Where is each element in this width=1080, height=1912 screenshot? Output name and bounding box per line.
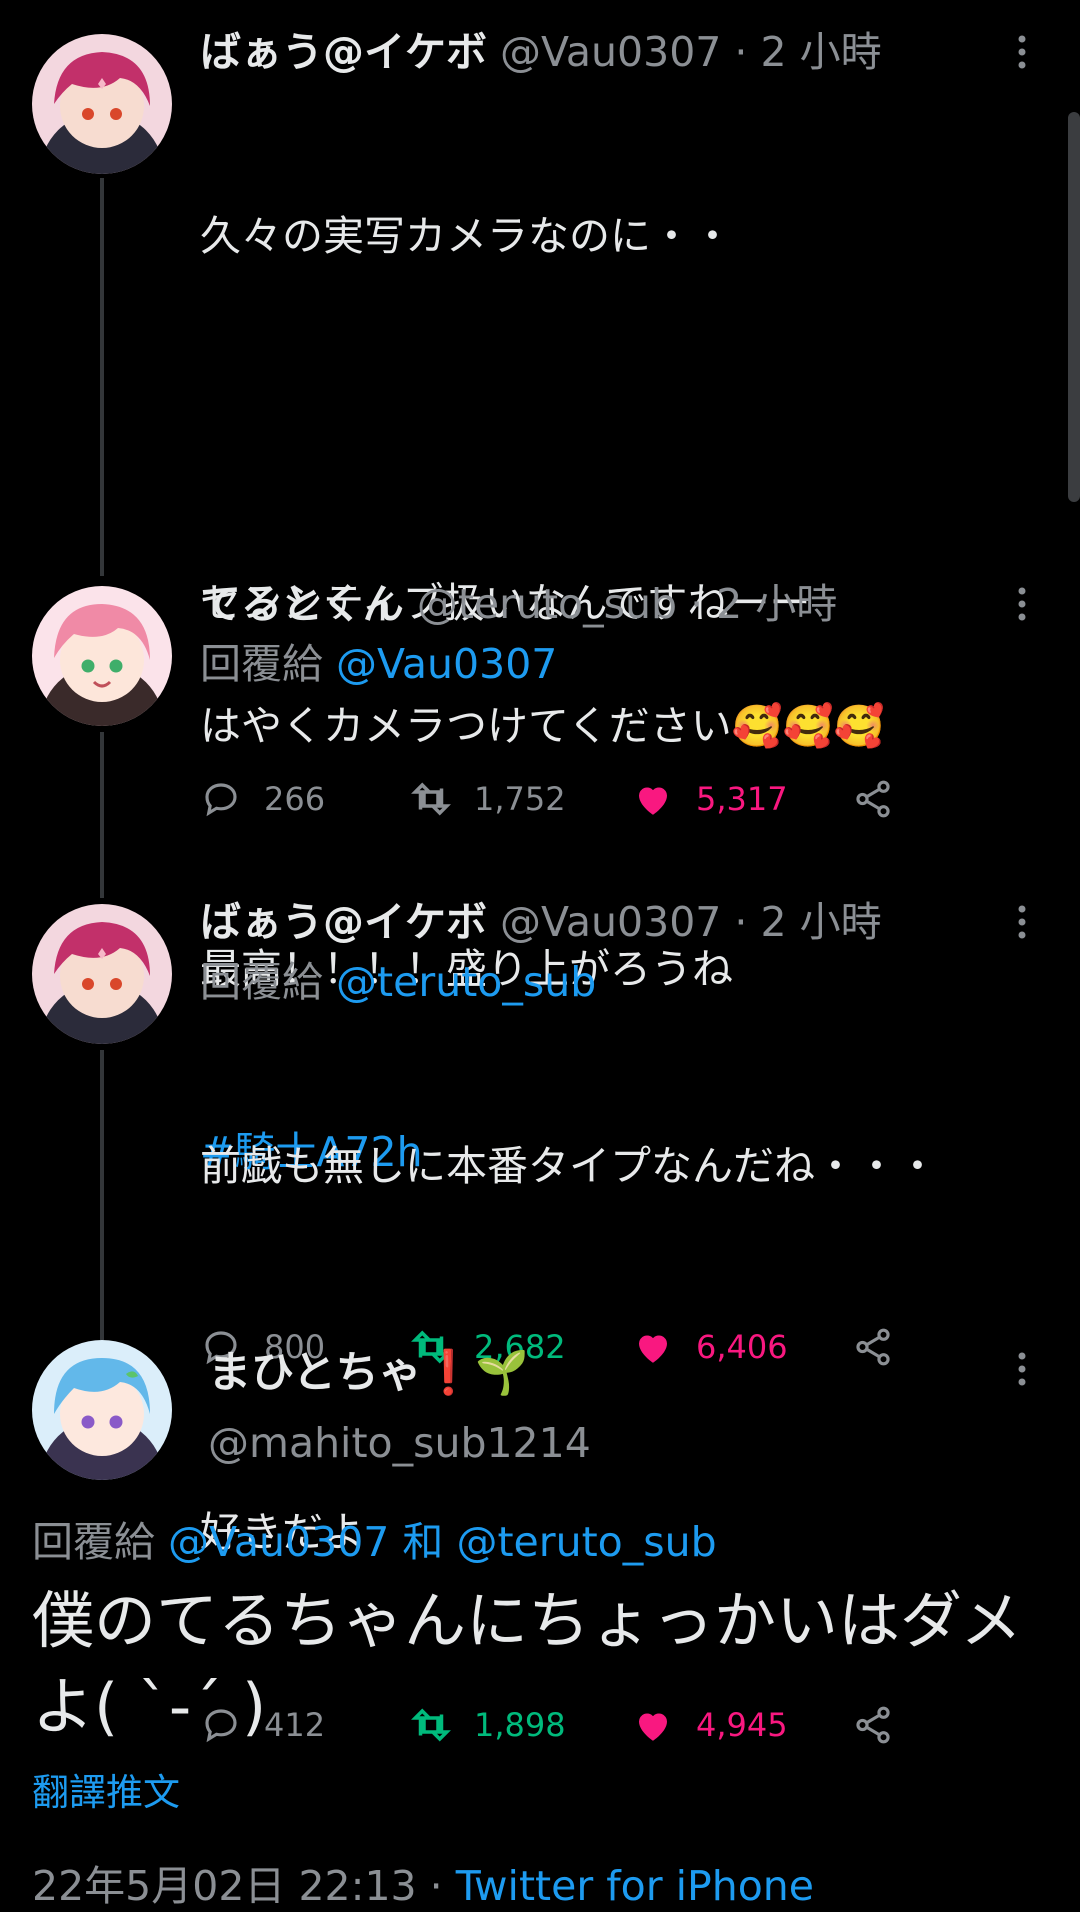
text-line: 前戯も無しに本番タイプなんだね・・・ bbox=[200, 1142, 938, 1190]
tweet-text: はやくカメラつけてください🥰🥰🥰 bbox=[200, 702, 885, 750]
separator: · bbox=[734, 898, 748, 946]
text-line bbox=[200, 389, 1040, 450]
text-line: 久々の実写カメラなのに・・ bbox=[200, 212, 733, 260]
tweet-timestamp[interactable]: 22年5月02日 22:13 bbox=[32, 1862, 417, 1910]
avatar[interactable] bbox=[32, 1340, 172, 1480]
avatar[interactable] bbox=[32, 586, 172, 726]
tweet-meta: 22年5月02日 22:13 · Twitter for iPhone bbox=[32, 1852, 814, 1912]
separator: · bbox=[429, 1862, 443, 1910]
more-icon[interactable] bbox=[1004, 1343, 1040, 1395]
timestamp[interactable]: 2 小時 bbox=[716, 580, 837, 628]
thread-line bbox=[100, 732, 104, 898]
mention-link[interactable]: @teruto_sub bbox=[336, 958, 596, 1006]
tweet-header: てるとくん @teruto_sub · 2 小時 bbox=[200, 578, 1040, 630]
retweet-count: 1,752 bbox=[474, 780, 566, 818]
tweet[interactable]: てるとくん @teruto_sub · 2 小時 回覆給 @Vau0307 はや… bbox=[200, 578, 1040, 829]
reply-prefix: 回覆給 bbox=[200, 640, 323, 688]
like-icon bbox=[639, 787, 667, 815]
avatar[interactable] bbox=[32, 904, 172, 1044]
retweet-button[interactable]: 1,752 bbox=[410, 778, 632, 820]
source-link[interactable]: Twitter for iPhone bbox=[456, 1862, 814, 1910]
more-icon[interactable] bbox=[1004, 578, 1040, 630]
mention-link[interactable]: @teruto_sub bbox=[456, 1518, 716, 1566]
reply-button[interactable]: 266 bbox=[200, 778, 410, 820]
user-handle[interactable]: @mahito_sub1214 bbox=[208, 1417, 1040, 1469]
user-handle[interactable]: @Vau0307 bbox=[500, 898, 721, 946]
display-name[interactable]: ばぁう@イケボ bbox=[200, 28, 487, 76]
tweet-text: 僕のてるちゃんにちょっかいはダメよ( ˋ-ˊ ) bbox=[32, 1584, 1023, 1743]
translate-link[interactable]: 翻譯推文 bbox=[32, 1762, 180, 1816]
avatar[interactable] bbox=[32, 34, 172, 174]
share-button[interactable] bbox=[852, 778, 916, 820]
reply-conjunction: 和 bbox=[402, 1518, 444, 1566]
tweet-header: ばぁう@イケボ @Vau0307 · 2 小時 bbox=[200, 26, 1040, 78]
like-button[interactable]: 5,317 bbox=[632, 778, 852, 820]
reply-context: 回覆給 @teruto_sub bbox=[200, 956, 1040, 1008]
retweet-icon bbox=[411, 782, 451, 816]
more-icon[interactable] bbox=[1004, 26, 1040, 78]
separator: · bbox=[690, 580, 704, 628]
timestamp[interactable]: 2 小時 bbox=[761, 28, 882, 76]
thread-line bbox=[100, 178, 104, 576]
reply-count: 266 bbox=[264, 780, 326, 818]
reply-context: 回覆給 @Vau0307 bbox=[200, 638, 1040, 690]
mention-link[interactable]: @Vau0307 bbox=[336, 640, 557, 688]
separator: · bbox=[734, 28, 748, 76]
thread-line bbox=[100, 1050, 104, 1340]
display-name[interactable]: てるとくん bbox=[200, 580, 404, 628]
reply-prefix: 回覆給 bbox=[200, 958, 323, 1006]
like-count: 5,317 bbox=[696, 780, 788, 818]
share-icon bbox=[856, 780, 890, 818]
action-bar: 266 1,752 5,317 bbox=[200, 769, 1040, 829]
mention-link[interactable]: @Vau0307 bbox=[168, 1518, 389, 1566]
reply-prefix: 回覆給 bbox=[32, 1518, 155, 1566]
reply-context: 回覆給 @Vau0307 和 @teruto_sub bbox=[32, 1508, 717, 1568]
scrollbar[interactable] bbox=[1068, 112, 1080, 502]
main-author: まひとちゃ❗🌱 @mahito_sub1214 bbox=[208, 1343, 1040, 1469]
reply-icon bbox=[205, 783, 237, 817]
timestamp[interactable]: 2 小時 bbox=[761, 898, 882, 946]
display-name[interactable]: ばぁう@イケボ bbox=[200, 898, 487, 946]
user-handle[interactable]: @Vau0307 bbox=[500, 28, 721, 76]
more-icon[interactable] bbox=[1004, 896, 1040, 948]
display-name[interactable]: まひとちゃ❗🌱 bbox=[208, 1343, 1040, 1403]
user-handle[interactable]: @teruto_sub bbox=[417, 580, 677, 628]
tweet-header: ばぁう@イケボ @Vau0307 · 2 小時 bbox=[200, 896, 1040, 948]
